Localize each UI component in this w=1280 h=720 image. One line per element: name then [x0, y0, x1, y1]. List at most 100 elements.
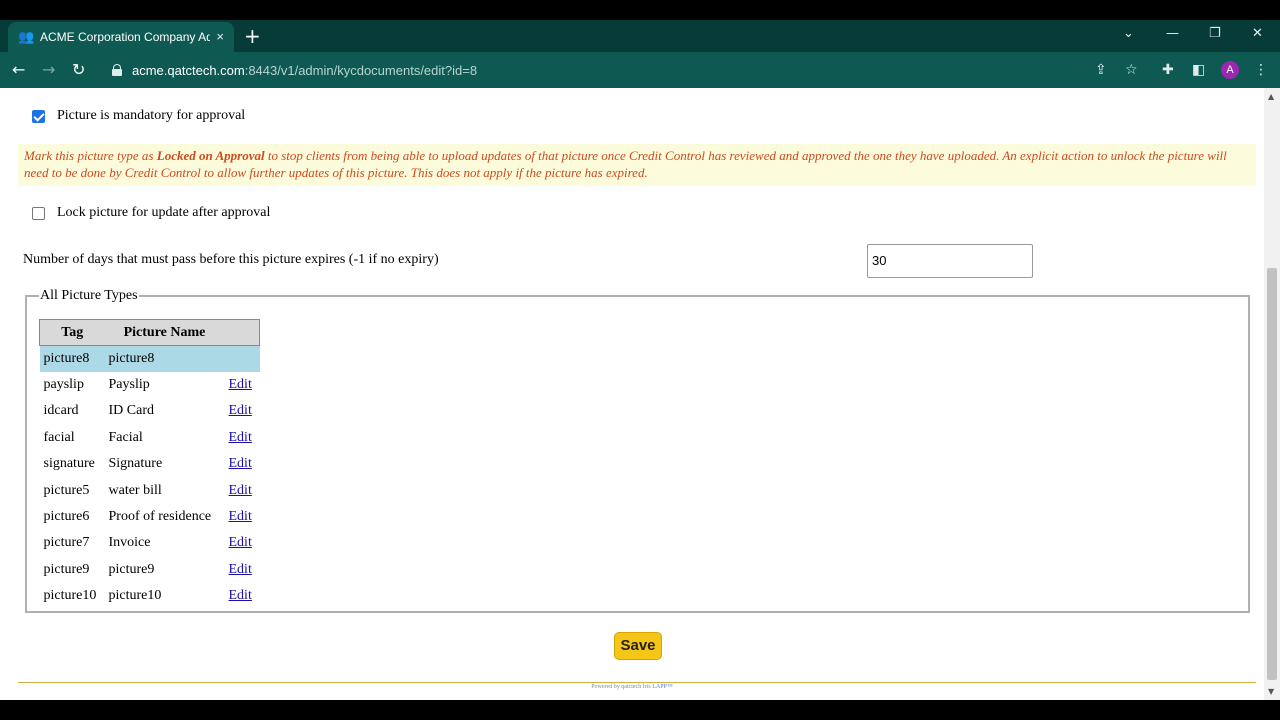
- table-row: payslip Payslip Edit: [40, 372, 260, 398]
- footer-divider: [18, 682, 1256, 683]
- row-action: Edit: [225, 451, 260, 477]
- row-tag: payslip: [43, 377, 84, 393]
- vertical-scrollbar[interactable]: ▲ ▼: [1264, 88, 1280, 700]
- picture-types-table: Tag Picture Name picture8 picture8 payslip…: [39, 319, 260, 609]
- restore-icon[interactable]: ❐: [1209, 26, 1221, 41]
- table-row: picture6 Proof of residence Edit: [40, 504, 260, 530]
- row-action: Edit: [225, 398, 260, 424]
- edit-link[interactable]: Edit: [229, 562, 252, 577]
- table-row: picture10 picture10 Edit: [40, 583, 260, 609]
- lock-row: Lock picture for update after approval: [32, 205, 270, 221]
- table-row: idcard ID Card Edit: [40, 398, 260, 424]
- table-row: facial Facial Edit: [40, 425, 260, 451]
- row-tag: picture7: [43, 535, 90, 551]
- table-header-row: Tag Picture Name: [39, 319, 260, 346]
- row-tag: facial: [43, 429, 75, 445]
- mandatory-row: Picture is mandatory for approval: [32, 108, 245, 124]
- expiry-days-label: Number of days that must pass before thi…: [23, 252, 439, 267]
- notice-bold: Locked on Approval: [156, 148, 265, 163]
- edit-link[interactable]: Edit: [229, 483, 252, 498]
- header-action: [224, 319, 260, 346]
- site-favicon-icon: 👥: [18, 29, 35, 44]
- row-action: Edit: [225, 530, 260, 556]
- row-picture-name: picture10: [108, 588, 162, 604]
- mandatory-label: Picture is mandatory for approval: [57, 108, 246, 123]
- row-picture-name: Proof of residence: [108, 509, 212, 525]
- edit-link[interactable]: Edit: [229, 377, 252, 392]
- edit-link[interactable]: Edit: [229, 456, 252, 471]
- footer-brand[interactable]: LAPP™: [652, 684, 673, 690]
- notice-prefix: Mark this picture type as: [24, 148, 157, 163]
- browser-tab[interactable]: 👥 ACME Corporation Company Adr ×: [8, 22, 234, 52]
- page-content: Picture is mandatory for approval Mark t…: [0, 88, 1264, 700]
- new-tab-button[interactable]: +: [244, 24, 261, 48]
- url-host: acme.qatctech.com: [132, 62, 245, 78]
- reload-icon[interactable]: ↻: [72, 60, 85, 80]
- edit-link[interactable]: Edit: [229, 535, 252, 550]
- row-action: Edit: [225, 557, 260, 583]
- lock-label: Lock picture for update after approval: [57, 205, 271, 220]
- lock-icon[interactable]: [112, 64, 122, 76]
- scroll-up-icon[interactable]: ▲: [1268, 92, 1274, 101]
- table-row: picture5 water bill Edit: [40, 477, 260, 503]
- row-action: [224, 345, 260, 372]
- tab-search-chevron-icon[interactable]: ⌄: [1123, 26, 1134, 41]
- row-picture-name: Facial: [108, 429, 143, 445]
- sidepanel-icon[interactable]: ◧: [1192, 61, 1205, 79]
- edit-link[interactable]: Edit: [229, 588, 252, 603]
- picture-types-fieldset: All Picture Types Tag Picture Name pictu…: [25, 288, 1250, 613]
- row-picture-name: picture9: [108, 561, 155, 577]
- row-picture-name: picture8: [104, 345, 225, 372]
- back-icon[interactable]: ←: [12, 60, 25, 80]
- row-tag: picture6: [43, 509, 90, 525]
- footer: Powered by qatctech Iris LAPP™: [0, 684, 1264, 690]
- star-icon[interactable]: ☆: [1125, 61, 1138, 79]
- row-tag: picture5: [43, 482, 90, 498]
- edit-link[interactable]: Edit: [229, 403, 252, 418]
- mandatory-checkbox[interactable]: [32, 109, 45, 123]
- picture-types-legend: All Picture Types: [40, 288, 138, 303]
- save-button[interactable]: Save: [614, 632, 662, 660]
- edit-link[interactable]: Edit: [229, 509, 252, 524]
- lock-checkbox[interactable]: [32, 206, 45, 220]
- scroll-down-icon[interactable]: ▼: [1268, 687, 1274, 696]
- row-tag: picture10: [43, 588, 97, 604]
- url-path: :8443/v1/admin/kycdocuments/edit?id=8: [244, 62, 478, 78]
- row-tag: picture8: [39, 345, 105, 372]
- row-tag: idcard: [43, 403, 79, 419]
- row-action: Edit: [225, 583, 260, 609]
- forward-icon[interactable]: →: [42, 60, 55, 80]
- share-icon[interactable]: ⇪: [1095, 61, 1107, 79]
- profile-avatar[interactable]: A: [1221, 61, 1239, 79]
- row-action: Edit: [225, 372, 260, 398]
- row-picture-name: water bill: [108, 482, 162, 498]
- row-action: Edit: [225, 477, 260, 503]
- expiry-days-input[interactable]: 30: [867, 244, 1033, 278]
- row-action: Edit: [225, 425, 260, 451]
- row-picture-name: ID Card: [108, 403, 155, 419]
- row-picture-name: Signature: [108, 456, 163, 472]
- row-tag: picture9: [43, 561, 90, 577]
- browser-tab-bar: 👥 ACME Corporation Company Adr ×: [0, 20, 1280, 52]
- row-picture-name: Invoice: [108, 535, 151, 551]
- edit-link[interactable]: Edit: [229, 430, 252, 445]
- extensions-icon[interactable]: ✚: [1162, 61, 1174, 79]
- lock-notice: Mark this picture type as Locked on Appr…: [18, 144, 1256, 186]
- scroll-thumb[interactable]: [1267, 268, 1277, 680]
- tab-close-icon[interactable]: ×: [216, 29, 224, 44]
- header-picture-name: Picture Name: [104, 319, 225, 346]
- footer-powered-by: Powered by qatctech Iris: [591, 684, 653, 690]
- table-row: picture7 Invoice Edit: [40, 530, 260, 556]
- table-row: signature Signature Edit: [40, 451, 260, 477]
- address-bar[interactable]: acme.qatctech.com:8443/v1/admin/kycdocum…: [100, 56, 1152, 84]
- table-row: picture9 picture9 Edit: [40, 557, 260, 583]
- menu-icon[interactable]: ⋮: [1254, 61, 1268, 79]
- row-action: Edit: [225, 504, 260, 530]
- row-picture-name: Payslip: [108, 377, 150, 393]
- minimize-icon[interactable]: —: [1166, 26, 1179, 41]
- browser-toolbar: ← → ↻ acme.qatctech.com:8443/v1/admin/ky…: [0, 52, 1280, 88]
- header-tag: Tag: [39, 319, 105, 346]
- table-row: picture8 picture8: [39, 345, 260, 372]
- close-window-icon[interactable]: ✕: [1252, 26, 1263, 41]
- tab-title: ACME Corporation Company Adr: [40, 30, 210, 44]
